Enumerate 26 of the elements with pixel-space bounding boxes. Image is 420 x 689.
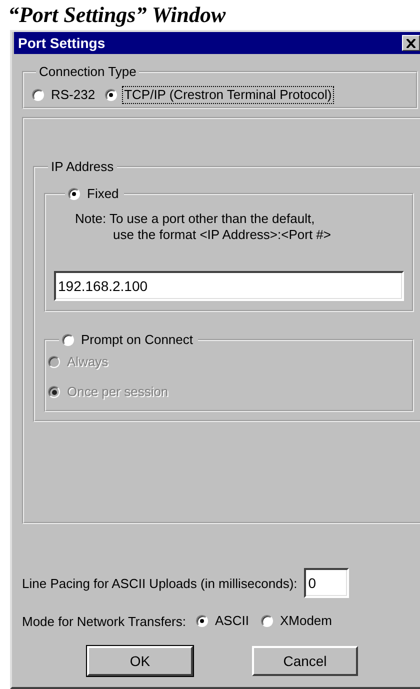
radio-button[interactable] (105, 89, 118, 101)
field-label: Mode for Network Transfers: (22, 614, 186, 628)
radio-label[interactable]: RS-232 (49, 86, 98, 104)
radio-label[interactable]: XModem (278, 612, 334, 630)
note-text: use the format <IP Address>:<Port #> (113, 227, 332, 242)
ok-button[interactable]: OK (87, 646, 193, 676)
group-label: IP Address (51, 159, 114, 175)
radio-button[interactable] (260, 615, 273, 627)
radio-button[interactable] (32, 89, 44, 101)
cancel-button[interactable]: Cancel (252, 646, 358, 676)
radio-button[interactable] (196, 615, 208, 627)
radio-label[interactable]: Fixed (85, 185, 121, 203)
field-label: Line Pacing for ASCII Uploads (in milliseconds): (22, 576, 298, 590)
ip-address-field[interactable]: 192.168.2.100 (54, 271, 404, 301)
radio-button[interactable] (68, 188, 80, 200)
line-pacing-field[interactable]: 0 (304, 568, 350, 598)
close-icon (406, 38, 416, 48)
window-title: Port Settings (18, 35, 106, 51)
radio-button[interactable] (62, 334, 74, 346)
note-text: Note: To use a port other than the default, (75, 211, 315, 226)
radio-label[interactable]: TCP/IP (Crestron Terminal Protocol) (122, 86, 334, 104)
figure-caption: “Port Settings” Window (8, 2, 226, 27)
radio-label[interactable]: Prompt on Connect (79, 331, 196, 349)
close-button[interactable] (402, 35, 420, 51)
group-label: Connection Type (39, 64, 136, 80)
radio-label[interactable]: ASCII (213, 612, 251, 630)
